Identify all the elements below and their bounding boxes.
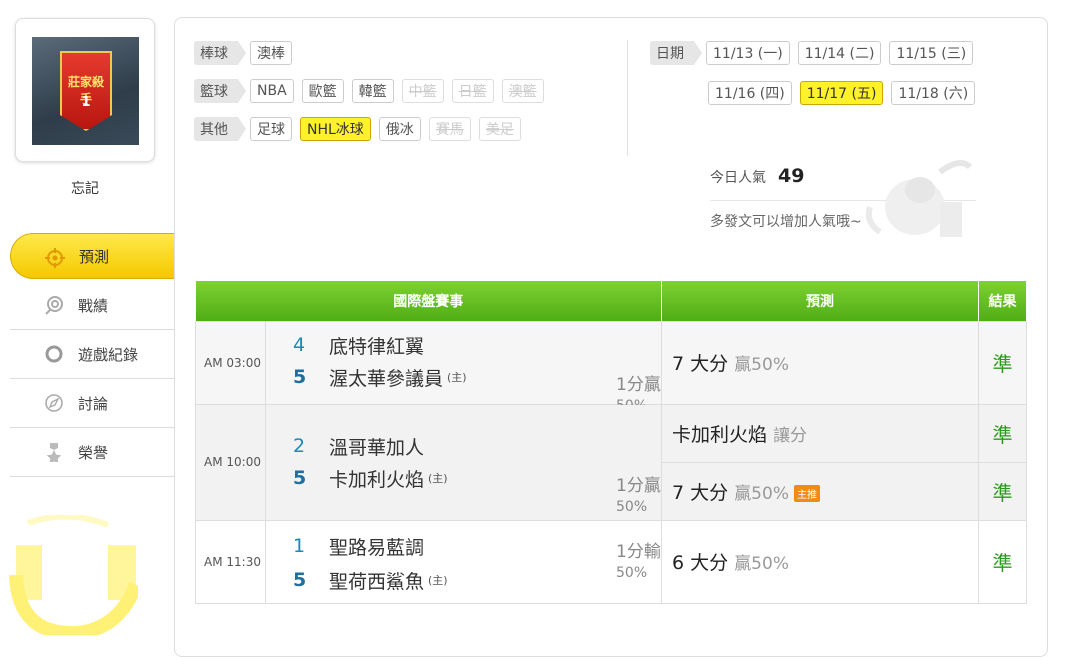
tag-soccer[interactable]: 足球	[250, 117, 292, 141]
tag-horse-racing: 賽馬	[428, 117, 471, 141]
sidebar-nav: 預測 戰績 遊戲紀錄 討論 榮譽	[10, 233, 185, 477]
decorative-swirl	[9, 515, 138, 635]
tag-euro-basketball[interactable]: 歐籃	[301, 79, 344, 103]
sidebar-item-discuss[interactable]: 討論	[10, 379, 175, 428]
home-score: 5	[293, 366, 307, 388]
medal-icon	[44, 442, 64, 462]
tag-nhl-hockey[interactable]: NHL冰球	[300, 117, 371, 141]
avatar: 莊家殺手 1	[32, 37, 139, 145]
table-row[interactable]: AM 10:00 2 溫哥華加人 5 卡加利火焰 (主) 1分贏50% 卡加利火焰 讓…	[195, 403, 1027, 521]
date-1117-selected[interactable]: 11/17 (五)	[799, 81, 884, 105]
sidebar-item-label: 預測	[79, 247, 110, 266]
featured-badge: 主推	[793, 484, 820, 502]
result: 準	[978, 461, 1027, 521]
mascot-watermark	[865, 160, 973, 237]
match-teams: 1 聖路易藍調 5 聖荷西鯊魚 (主) 1分輸50%	[265, 519, 662, 604]
away-team[interactable]: 溫哥華加人	[329, 433, 424, 460]
home-team[interactable]: 渥太華參議員	[329, 364, 443, 391]
tag-nba[interactable]: NBA	[250, 79, 294, 103]
prediction: 7 大分 贏50% 主推	[661, 461, 979, 521]
circle-icon	[44, 344, 64, 364]
pencil-icon	[44, 393, 64, 413]
away-score: 2	[293, 435, 306, 457]
category-other: 其他	[194, 117, 246, 141]
prediction-pick: 6 大分	[672, 552, 729, 574]
stats-icon	[44, 295, 64, 315]
host-mark: (主)	[428, 574, 448, 587]
host-mark: (主)	[428, 472, 448, 485]
divider	[627, 40, 628, 156]
category-basketball: 籃球	[194, 79, 246, 103]
table-row[interactable]: AM 03:00 4底特律紅翼 5渥太華參議員(主) 1分贏50% 7 大分 贏…	[195, 320, 1027, 414]
avatar-card[interactable]: 莊家殺手 1	[15, 18, 155, 162]
category-baseball: 棒球	[194, 41, 246, 65]
away-team[interactable]: 聖路易藍調	[329, 533, 424, 560]
sidebar-item-game-log[interactable]: 遊戲紀錄	[10, 330, 175, 379]
match-teams: 4底特律紅翼 5渥太華參議員(主) 1分贏50%	[265, 320, 662, 414]
category-filters: 棒球 澳棒 籃球 NBA 歐籃 韓籃 中籃 日籃 澳籃 其他 足球 NHL冰球 …	[194, 40, 552, 154]
host-mark: (主)	[447, 371, 467, 384]
home-score: 5	[293, 467, 307, 489]
prediction-win-rate: 贏50%	[734, 554, 789, 574]
sidebar-item-label: 討論	[78, 394, 109, 413]
home-team[interactable]: 卡加利火焰	[329, 465, 424, 492]
prediction-win-rate: 贏50%	[734, 483, 789, 504]
tag-aus-basketball: 澳籃	[501, 79, 544, 103]
match-time: AM 11:30	[195, 519, 266, 604]
date-1113[interactable]: 11/13 (一)	[706, 41, 790, 65]
tag-china-basketball: 中籃	[401, 79, 444, 103]
username[interactable]: 忘記	[15, 178, 155, 198]
match-teams: 2 溫哥華加人 5 卡加利火焰 (主) 1分贏50%	[265, 403, 662, 521]
prediction-win-rate: 贏50%	[734, 355, 789, 375]
result: 準	[978, 403, 1027, 463]
popularity-label: 今日人氣	[710, 170, 766, 186]
sidebar-item-predict[interactable]: 預測	[10, 233, 185, 279]
header-prediction: 預測	[661, 281, 979, 321]
popularity-tip: 多發文可以增加人氣哦~	[710, 214, 862, 230]
home-team[interactable]: 聖荷西鯊魚	[329, 567, 424, 594]
table-header: 國際盤賽事 預測 結果	[195, 281, 1027, 321]
home-score: 5	[293, 569, 307, 591]
tag-russia-hockey[interactable]: 俄冰	[378, 117, 421, 141]
match-time: AM 10:00	[195, 403, 266, 521]
prediction-pick: 7 大分	[672, 353, 729, 375]
prediction-pick: 7 大分	[672, 481, 729, 504]
prediction-type: 讓分	[773, 425, 808, 446]
match-time: AM 03:00	[195, 320, 266, 405]
result: 準	[978, 320, 1027, 405]
away-score: 1	[293, 535, 306, 557]
avatar-rank: 1	[81, 95, 91, 110]
result: 準	[978, 519, 1027, 604]
handicap: 1分贏50%	[616, 475, 661, 515]
popularity-value: 49	[778, 165, 805, 187]
sidebar-item-label: 戰績	[78, 296, 109, 315]
header-match: 國際盤賽事	[195, 281, 662, 321]
tag-korea-basketball[interactable]: 韓籃	[351, 79, 394, 103]
date-1118[interactable]: 11/18 (六)	[891, 81, 976, 105]
date-1114[interactable]: 11/14 (二)	[797, 41, 882, 65]
date-1115[interactable]: 11/15 (三)	[889, 41, 974, 65]
date-label: 日期	[650, 41, 702, 65]
predictions-table: 國際盤賽事 預測 結果 AM 03:00 4 底特律紅翼 5 渥太華參議員 (主) 1…	[195, 281, 1027, 604]
prediction: 6 大分 贏50%	[661, 519, 979, 604]
tag-aus-baseball[interactable]: 澳棒	[250, 41, 292, 65]
sidebar-item-record[interactable]: 戰績	[10, 281, 175, 330]
date-1116[interactable]: 11/16 (四)	[708, 81, 792, 105]
away-team[interactable]: 底特律紅翼	[329, 332, 424, 359]
sidebar-item-label: 遊戲紀錄	[78, 345, 139, 364]
prediction: 7 大分 贏50%	[661, 320, 979, 405]
sidebar-item-honor[interactable]: 榮譽	[10, 428, 175, 477]
tag-japan-basketball: 日籃	[451, 79, 494, 103]
handicap: 1分輸50%	[616, 541, 661, 581]
prediction: 卡加利火焰 讓分	[661, 403, 979, 463]
table-row[interactable]: AM 11:30 1 聖路易藍調 5 聖荷西鯊魚 (主) 1分輸50% 6 大分 贏5…	[195, 519, 1027, 604]
header-result: 結果	[978, 281, 1027, 321]
sidebar-item-label: 榮譽	[78, 443, 109, 462]
prediction-pick: 卡加利火焰	[672, 423, 768, 446]
tag-american-football: 美足	[478, 117, 521, 141]
away-score: 4	[293, 334, 306, 356]
popularity: 今日人氣 49	[710, 165, 804, 187]
target-icon	[45, 248, 65, 268]
date-selector: 日期 11/13 (一) 11/14 (二) 11/15 (三) 11/16 (…	[650, 40, 983, 120]
